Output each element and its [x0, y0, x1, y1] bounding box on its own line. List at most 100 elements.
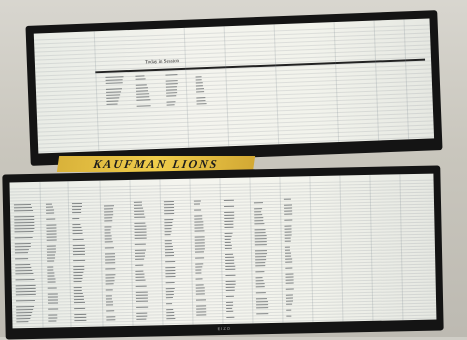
cell-text — [195, 79, 202, 81]
cell-text — [194, 221, 204, 223]
cell-text — [134, 231, 147, 233]
cell-text — [254, 250, 267, 252]
cell-text — [134, 225, 147, 227]
cell-text — [164, 231, 172, 233]
cell-text — [194, 215, 203, 217]
cell-text — [195, 278, 203, 280]
cell-text — [73, 292, 83, 295]
cell-text — [166, 309, 174, 311]
cell-text — [16, 321, 29, 323]
cell-text — [46, 227, 57, 229]
cell-text — [48, 308, 58, 310]
cell-text — [14, 209, 33, 212]
cell-text — [285, 261, 293, 263]
cell-text — [14, 230, 34, 233]
cell-text — [254, 214, 263, 216]
cell-text — [134, 237, 147, 239]
cell-text — [105, 88, 122, 90]
cell-text — [136, 318, 147, 320]
cell-text — [194, 251, 205, 253]
cell-text — [46, 248, 57, 250]
cell-text — [106, 319, 116, 321]
cell-text — [285, 267, 293, 269]
top-monitor-screen: Today in Session — [33, 18, 435, 154]
cell-text — [74, 316, 87, 319]
cell-text — [136, 312, 148, 314]
cell-text — [165, 276, 176, 278]
cell-text — [135, 273, 145, 275]
top-monitor: Today in Session — [25, 10, 443, 166]
cell-text — [164, 225, 173, 227]
cell-text — [136, 315, 148, 317]
cell-text — [104, 235, 112, 237]
cell-text — [47, 278, 56, 280]
cell-text — [255, 259, 266, 261]
cell-text — [47, 266, 54, 268]
cell-text — [285, 282, 294, 284]
cell-text — [72, 226, 82, 229]
cell-text — [225, 295, 235, 297]
cell-text — [15, 287, 36, 290]
cell-text — [226, 301, 234, 303]
cell-text — [196, 91, 205, 93]
cell-text — [194, 239, 205, 241]
cell-text — [165, 255, 175, 257]
cell-text — [223, 199, 234, 201]
cell-text — [166, 92, 177, 94]
cell-text — [15, 267, 32, 269]
cell-text — [165, 297, 173, 299]
cell-text — [134, 222, 146, 224]
cell-text — [164, 252, 174, 254]
photo-scene: Today in Session KAUFMAN LIONS EIZO — [0, 0, 467, 340]
cell-text — [254, 229, 266, 231]
cell-text — [15, 272, 34, 275]
cell-text — [164, 228, 172, 230]
cell-text — [16, 312, 32, 314]
cell-text — [226, 307, 233, 309]
cell-text — [285, 255, 292, 257]
cell-text — [255, 253, 267, 255]
cell-text — [14, 206, 33, 209]
cell-text — [164, 249, 174, 251]
cell-text — [284, 249, 291, 251]
cell-text — [136, 93, 150, 95]
cell-text — [15, 293, 36, 296]
cell-text — [106, 103, 118, 105]
cell-text — [104, 214, 113, 216]
cell-text — [135, 276, 145, 278]
cell-text — [284, 240, 291, 242]
cell-text — [194, 236, 205, 238]
cell-text — [226, 316, 235, 318]
cell-text — [286, 315, 292, 317]
cell-text — [285, 297, 293, 299]
cell-text — [135, 264, 143, 266]
cell-text — [284, 213, 293, 215]
cell-text — [255, 286, 265, 288]
cell-text — [136, 105, 151, 107]
cell-text — [165, 270, 176, 272]
cell-text — [72, 244, 85, 247]
cell-text — [254, 208, 262, 210]
cell-text — [225, 259, 235, 261]
cell-text — [14, 243, 32, 245]
cell-text — [134, 216, 145, 218]
cell-text — [196, 308, 207, 310]
cell-text — [105, 277, 115, 279]
cell-text — [134, 228, 147, 230]
cell-text — [224, 247, 233, 249]
cell-text — [105, 283, 115, 285]
cell-text — [226, 310, 233, 312]
cell-text — [285, 288, 294, 290]
cell-text — [165, 267, 176, 269]
cell-text — [256, 301, 268, 303]
cell-text — [105, 76, 124, 78]
cell-text — [255, 298, 268, 300]
cell-text — [46, 251, 56, 253]
cell-text — [48, 302, 59, 304]
cell-text — [104, 208, 114, 210]
cell-text — [106, 97, 120, 99]
cell-text — [105, 262, 116, 264]
cell-text — [15, 299, 35, 302]
cell-text — [134, 213, 145, 215]
cell-text — [15, 278, 35, 281]
